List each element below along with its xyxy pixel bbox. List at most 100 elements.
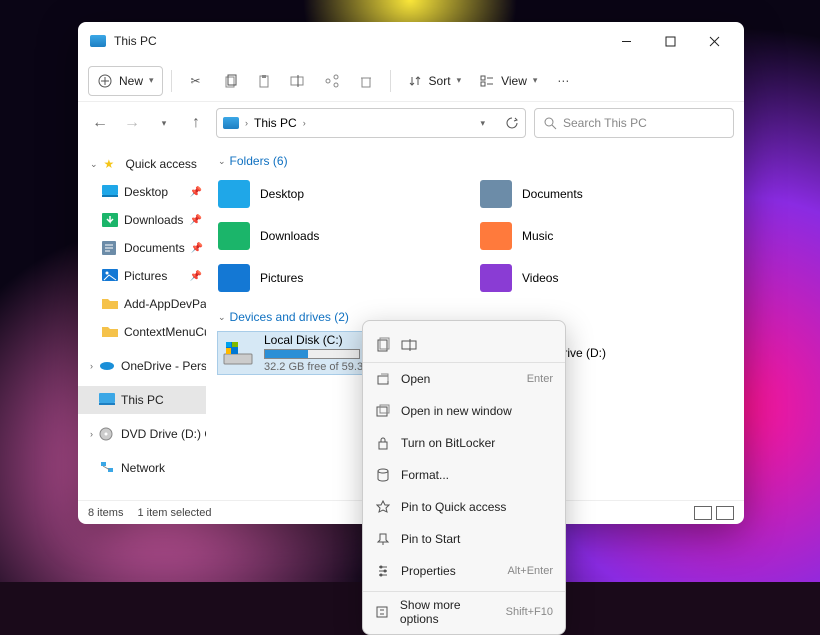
- cut-icon: ✂: [188, 73, 204, 89]
- copy-icon[interactable]: [375, 337, 391, 353]
- sidebar-item-label: Downloads: [124, 213, 183, 227]
- back-button[interactable]: ←: [88, 111, 112, 135]
- documents-icon: [102, 241, 118, 255]
- sidebar-quick-access[interactable]: ⌄ ★ Quick access: [78, 150, 206, 178]
- refresh-button[interactable]: [505, 116, 519, 130]
- cm-label: Open: [401, 372, 430, 386]
- folder-music[interactable]: Music: [480, 218, 732, 254]
- delete-button[interactable]: [350, 66, 382, 96]
- sidebar-dvd[interactable]: ›DVD Drive (D:) CCCOMA_X64FRE_EN-US_DV9: [78, 420, 206, 448]
- folders-header[interactable]: ⌄Folders (6): [218, 150, 732, 172]
- chevron-down-icon[interactable]: ▾: [480, 118, 485, 129]
- nav-row: ← → ▾ ↑ › This PC › ▾ Search This PC: [78, 102, 744, 144]
- cut-button[interactable]: ✂: [180, 66, 212, 96]
- drive-usage-bar: [264, 349, 360, 359]
- folder-documents[interactable]: Documents: [480, 176, 732, 212]
- up-button[interactable]: ↑: [184, 111, 208, 135]
- view-icon: [479, 73, 495, 89]
- breadcrumb-segment[interactable]: This PC: [254, 116, 297, 130]
- plus-icon: [97, 73, 113, 89]
- breadcrumb[interactable]: › This PC › ▾: [216, 108, 526, 138]
- sidebar-item-label: Network: [121, 461, 165, 475]
- network-icon: [99, 461, 115, 475]
- sort-label: Sort: [429, 74, 451, 88]
- view-details-button[interactable]: [694, 506, 712, 520]
- this-pc-icon: [90, 35, 106, 47]
- cm-label: Turn on BitLocker: [401, 436, 495, 450]
- close-button[interactable]: [692, 26, 736, 56]
- pictures-icon: [102, 269, 118, 283]
- chevron-down-icon: ▾: [533, 75, 538, 86]
- cm-label: Show more options: [400, 598, 496, 626]
- sidebar-item-pictures[interactable]: Pictures📌: [78, 262, 206, 290]
- cm-pin-start[interactable]: Pin to Start: [363, 523, 565, 555]
- chevron-right-icon: ›: [245, 118, 248, 128]
- folder-desktop[interactable]: Desktop: [218, 176, 470, 212]
- sidebar-item-folder[interactable]: ContextMenuCustomizations: [78, 318, 206, 346]
- sidebar-network[interactable]: ›Network: [78, 454, 206, 482]
- sidebar-this-pc[interactable]: ›This PC: [78, 386, 206, 414]
- view-button[interactable]: View ▾: [471, 66, 545, 96]
- cm-properties[interactable]: PropertiesAlt+Enter: [363, 555, 565, 587]
- folder-label: Downloads: [260, 229, 319, 243]
- rename-button[interactable]: [282, 66, 314, 96]
- cm-bitlocker[interactable]: Turn on BitLocker: [363, 427, 565, 459]
- properties-icon: [375, 563, 391, 579]
- delete-icon: [358, 73, 374, 89]
- lock-icon: [375, 435, 391, 451]
- this-pc-icon: [99, 393, 115, 407]
- chevron-down-icon: ⌄: [90, 159, 98, 170]
- cm-pin-quick[interactable]: Pin to Quick access: [363, 491, 565, 523]
- more-icon: ⋯: [555, 73, 571, 89]
- sidebar: ⌄ ★ Quick access Desktop📌 Downloads📌 Doc…: [78, 144, 206, 500]
- sidebar-item-folder[interactable]: Add-AppDevPackages: [78, 290, 206, 318]
- cm-open-new-window[interactable]: Open in new window: [363, 395, 565, 427]
- maximize-button[interactable]: [648, 26, 692, 56]
- minimize-button[interactable]: [604, 26, 648, 56]
- sidebar-item-label: ContextMenuCustomizations: [124, 325, 206, 339]
- rename-icon[interactable]: [401, 337, 417, 353]
- more-button[interactable]: ⋯: [547, 66, 579, 96]
- chevron-down-icon: ▾: [457, 75, 462, 86]
- new-window-icon: [375, 403, 391, 419]
- sidebar-item-label: DVD Drive (D:) CCCOMA_X64FRE_EN-US_DV9: [121, 427, 206, 441]
- pin-icon: 📌: [190, 271, 202, 282]
- cm-shortcut: Shift+F10: [506, 606, 553, 618]
- share-button[interactable]: [316, 66, 348, 96]
- paste-button[interactable]: [248, 66, 280, 96]
- cm-format[interactable]: Format...: [363, 459, 565, 491]
- cm-open[interactable]: Open Enter: [363, 363, 565, 395]
- forward-button[interactable]: →: [120, 111, 144, 135]
- cm-shortcut: Enter: [527, 373, 553, 385]
- documents-icon: [480, 180, 512, 208]
- sidebar-item-downloads[interactable]: Downloads📌: [78, 206, 206, 234]
- view-large-button[interactable]: [716, 506, 734, 520]
- folder-pictures[interactable]: Pictures: [218, 260, 470, 296]
- search-input[interactable]: Search This PC: [534, 108, 734, 138]
- new-button[interactable]: New ▾: [88, 66, 163, 96]
- sidebar-item-label: Documents: [124, 241, 185, 255]
- music-icon: [480, 222, 512, 250]
- sidebar-item-desktop[interactable]: Desktop📌: [78, 178, 206, 206]
- folder-videos[interactable]: Videos: [480, 260, 732, 296]
- folder-downloads[interactable]: Downloads: [218, 218, 470, 254]
- sort-button[interactable]: Sort ▾: [399, 66, 470, 96]
- sidebar-item-label: This PC: [121, 393, 164, 407]
- sidebar-item-documents[interactable]: Documents📌: [78, 234, 206, 262]
- cm-more-options[interactable]: Show more options Shift+F10: [363, 596, 565, 628]
- window-title: This PC: [114, 34, 604, 48]
- sidebar-onedrive[interactable]: ›OneDrive - Personal: [78, 352, 206, 380]
- downloads-icon: [218, 222, 250, 250]
- cm-label: Format...: [401, 468, 449, 482]
- search-icon: [543, 116, 557, 130]
- titlebar[interactable]: This PC: [78, 22, 744, 60]
- onedrive-icon: [99, 359, 115, 373]
- videos-icon: [480, 264, 512, 292]
- sidebar-item-label: Quick access: [126, 157, 197, 171]
- folder-label: Music: [522, 229, 553, 243]
- status-selected: 1 item selected: [137, 507, 211, 519]
- copy-button[interactable]: [214, 66, 246, 96]
- chevron-right-icon: ›: [90, 361, 93, 371]
- separator: [171, 70, 172, 92]
- recent-dropdown[interactable]: ▾: [152, 111, 176, 135]
